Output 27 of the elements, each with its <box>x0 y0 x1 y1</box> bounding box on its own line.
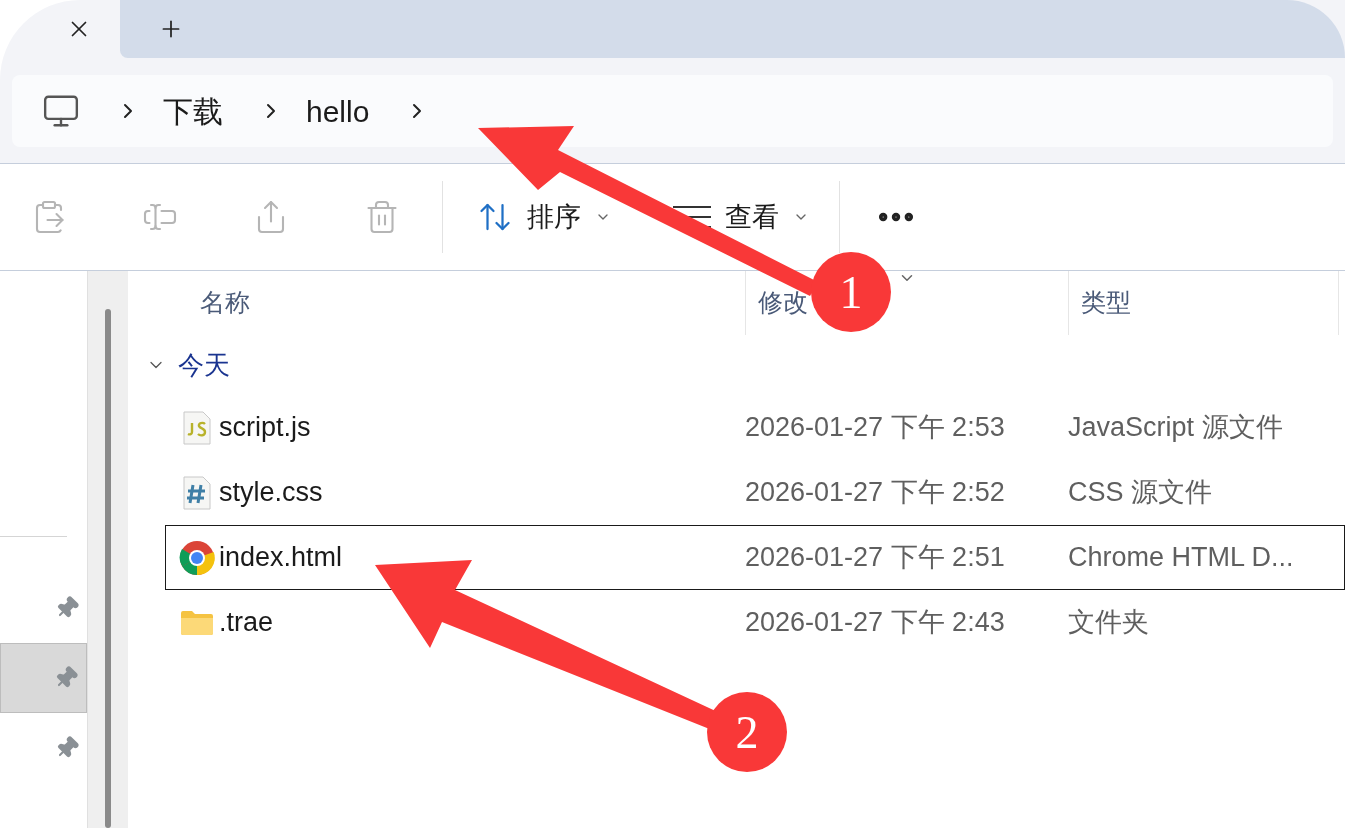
column-header[interactable]: 修改 <box>758 284 808 322</box>
chrome-icon <box>178 539 215 576</box>
address-bar[interactable]: 下载 hello <box>12 75 1333 147</box>
modified-date: 2026-01-27 下午 2:53 <box>745 411 1006 445</box>
folder-icon <box>179 609 214 636</box>
modified-date: 2026-01-27 下午 2:51 <box>745 541 1006 575</box>
sort-button[interactable]: 排序 <box>477 192 611 242</box>
css-file-icon <box>182 475 211 510</box>
modified-date: 2026-01-27 下午 2:52 <box>745 476 1006 510</box>
file-row[interactable]: .trae 2026-01-27 下午 2:43 文件夹 <box>165 590 1345 655</box>
file-name: style.css <box>219 476 324 510</box>
file-type: Chrome HTML D... <box>1068 541 1294 575</box>
file-row[interactable]: style.css 2026-01-27 下午 2:52 CSS 源文件 <box>165 460 1345 525</box>
file-name: .trae <box>219 606 275 640</box>
column-header[interactable]: 名称 <box>200 284 250 322</box>
js-file-icon <box>182 410 211 445</box>
file-type: 文件夹 <box>1068 606 1149 640</box>
breadcrumb-item[interactable]: hello <box>306 88 370 134</box>
file-row[interactable]: script.js 2026-01-27 下午 2:53 JavaScript 源文件 <box>165 395 1345 460</box>
file-type: CSS 源文件 <box>1068 476 1213 510</box>
column-header[interactable]: 类型 <box>1081 284 1131 322</box>
file-name: script.js <box>219 411 312 445</box>
group-header[interactable]: 今天 <box>178 345 230 385</box>
file-type: JavaScript 源文件 <box>1068 411 1283 445</box>
modified-date: 2026-01-27 下午 2:43 <box>745 606 1006 640</box>
breadcrumb-item[interactable]: 下载 <box>163 88 223 134</box>
file-name: index.html <box>219 541 344 575</box>
